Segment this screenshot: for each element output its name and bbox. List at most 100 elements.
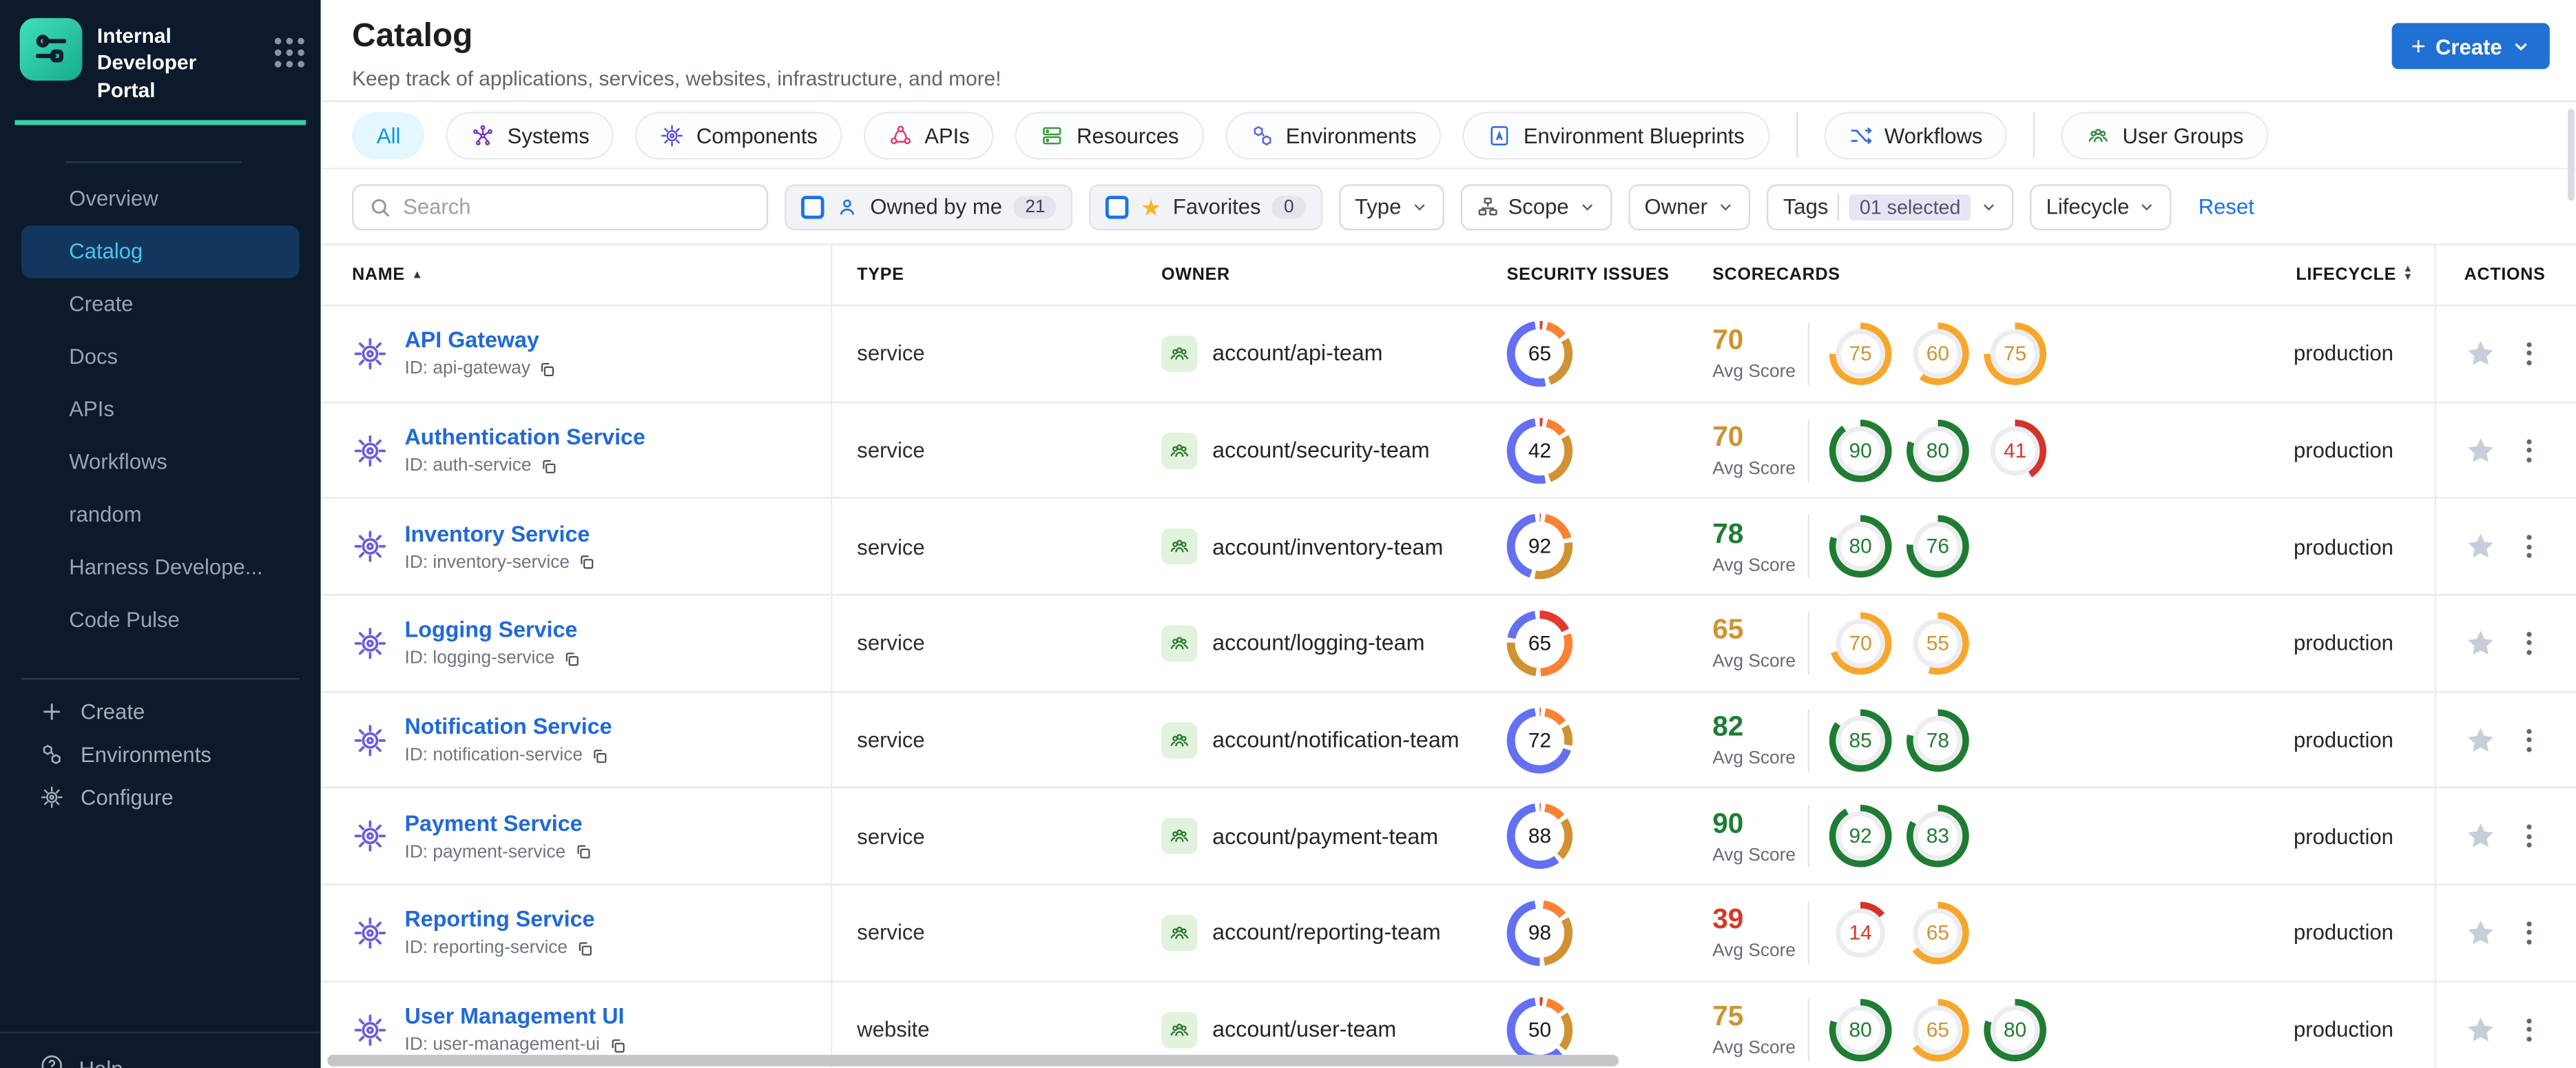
horizontal-scrollbar[interactable] <box>327 1054 1619 1067</box>
column-header-lifecycle[interactable]: LIFECYCLE ▲ ▼ <box>2270 265 2435 285</box>
scorecard-badge[interactable]: 78 <box>1907 708 1969 772</box>
scorecard-badge[interactable]: 76 <box>1907 515 1969 578</box>
favorite-star-icon[interactable] <box>2464 820 2497 853</box>
security-issues-donut[interactable]: 42 <box>1506 417 1573 484</box>
copy-icon[interactable] <box>576 940 594 958</box>
copy-icon[interactable] <box>539 457 557 475</box>
scorecard-badge[interactable]: 80 <box>1984 998 2047 1061</box>
copy-icon[interactable] <box>563 650 581 668</box>
vertical-scrollbar[interactable] <box>2568 108 2575 201</box>
sidebar-item-docs[interactable]: Docs <box>0 330 321 382</box>
scorecard-badge[interactable]: 65 <box>1907 998 1969 1061</box>
favorite-star-icon[interactable] <box>2464 627 2497 660</box>
owned-by-me-filter[interactable]: Owned by me 21 <box>785 183 1074 230</box>
tab-components[interactable]: Components <box>635 111 842 159</box>
security-issues-donut[interactable]: 92 <box>1506 513 1573 580</box>
tab-all[interactable]: All <box>352 111 426 159</box>
lifecycle-dropdown[interactable]: Lifecycle <box>2029 183 2172 230</box>
security-issues-donut[interactable]: 72 <box>1506 706 1573 773</box>
sidebar-bottom-item-configure[interactable]: Configure <box>0 777 321 819</box>
sidebar-help-item[interactable]: Help <box>0 1031 321 1068</box>
security-issues-donut[interactable]: 88 <box>1506 803 1573 870</box>
favorites-filter[interactable]: ★ Favorites 0 <box>1090 183 1322 230</box>
sidebar-item-workflows[interactable]: Workflows <box>0 435 321 488</box>
entity-name-link[interactable]: Logging Service <box>405 618 581 643</box>
entity-name-link[interactable]: Authentication Service <box>405 424 645 449</box>
favorite-star-icon[interactable] <box>2464 916 2497 949</box>
sidebar-item-overview[interactable]: Overview <box>0 172 321 225</box>
reset-filters-link[interactable]: Reset <box>2199 194 2254 219</box>
search-input[interactable] <box>403 194 752 219</box>
row-menu-kebab-icon[interactable] <box>2522 531 2536 564</box>
sidebar-item-apis[interactable]: APIs <box>0 383 321 435</box>
entity-name-link[interactable]: Reporting Service <box>405 907 595 932</box>
create-button[interactable]: + Create <box>2391 23 2550 70</box>
type-dropdown[interactable]: Type <box>1338 183 1444 230</box>
sidebar-item-harness-develope-[interactable]: Harness Develope... <box>0 541 321 593</box>
copy-icon[interactable] <box>591 746 609 764</box>
scorecard-badge[interactable]: 60 <box>1907 322 1969 385</box>
tab-resources[interactable]: Resources <box>1015 111 1204 159</box>
scorecard-badge[interactable]: 70 <box>1829 612 1892 675</box>
scorecard-badge[interactable]: 85 <box>1829 708 1892 772</box>
entity-name-link[interactable]: Payment Service <box>405 811 592 836</box>
copy-icon[interactable] <box>578 553 596 571</box>
scorecard-badge[interactable]: 55 <box>1907 612 1969 675</box>
security-issues-donut[interactable]: 50 <box>1506 996 1573 1063</box>
security-issues-donut[interactable]: 65 <box>1506 320 1573 387</box>
copy-icon[interactable] <box>574 843 592 861</box>
tags-dropdown[interactable]: Tags 01 selected <box>1766 183 2013 230</box>
scorecard-badge[interactable]: 41 <box>1984 418 2047 482</box>
scorecard-badge[interactable]: 80 <box>1907 418 1969 482</box>
sidebar-item-random[interactable]: random <box>0 489 321 541</box>
scorecard-badge[interactable]: 75 <box>1829 322 1892 385</box>
column-header-name[interactable]: NAME ▲ <box>321 245 833 305</box>
scorecard-badge[interactable]: 65 <box>1907 901 1969 965</box>
favorite-star-icon[interactable] <box>2464 531 2497 564</box>
owned-by-me-checkbox[interactable] <box>801 195 824 218</box>
scorecard-badge[interactable]: 14 <box>1829 901 1892 965</box>
sidebar-item-create[interactable]: Create <box>0 278 321 330</box>
sidebar-bottom-item-create[interactable]: Create <box>0 690 321 733</box>
tab-environment-blueprints[interactable]: Environment Blueprints <box>1462 111 1769 159</box>
entity-name-link[interactable]: Inventory Service <box>405 521 596 546</box>
tab-workflows[interactable]: Workflows <box>1823 111 2008 159</box>
sidebar-item-catalog[interactable]: Catalog <box>21 225 300 278</box>
scorecard-badge[interactable]: 75 <box>1984 322 2047 385</box>
scorecard-badge[interactable]: 83 <box>1907 805 1969 868</box>
entity-name-link[interactable]: Notification Service <box>405 715 612 739</box>
owner-dropdown[interactable]: Owner <box>1628 183 1751 230</box>
entity-id: ID: inventory-service <box>404 552 570 573</box>
favorite-star-icon[interactable] <box>2464 433 2497 466</box>
entity-name-link[interactable]: User Management UI <box>405 1004 626 1029</box>
favorites-checkbox[interactable] <box>1106 195 1130 218</box>
scorecard-badge[interactable]: 80 <box>1829 998 1892 1061</box>
entity-name-link[interactable]: API Gateway <box>405 328 557 353</box>
app-switcher-icon[interactable] <box>274 37 304 68</box>
security-issues-donut[interactable]: 98 <box>1506 900 1573 966</box>
security-issues-donut[interactable]: 65 <box>1506 610 1573 677</box>
scope-dropdown[interactable]: Scope <box>1460 183 1612 230</box>
scorecard-badge[interactable]: 80 <box>1829 515 1892 578</box>
sidebar-bottom-item-environments[interactable]: Environments <box>0 734 321 777</box>
favorite-star-icon[interactable] <box>2464 723 2497 757</box>
copy-icon[interactable] <box>608 1036 626 1054</box>
favorite-star-icon[interactable] <box>2464 337 2497 370</box>
tab-user-groups[interactable]: User Groups <box>2061 111 2269 159</box>
row-menu-kebab-icon[interactable] <box>2522 1013 2536 1046</box>
row-menu-kebab-icon[interactable] <box>2522 820 2536 853</box>
search-box[interactable] <box>352 183 769 230</box>
row-menu-kebab-icon[interactable] <box>2522 433 2536 466</box>
favorite-star-icon[interactable] <box>2464 1013 2497 1046</box>
tab-apis[interactable]: APIs <box>863 111 995 159</box>
row-menu-kebab-icon[interactable] <box>2522 916 2536 949</box>
row-menu-kebab-icon[interactable] <box>2522 337 2536 370</box>
sidebar-item-code-pulse[interactable]: Code Pulse <box>0 594 321 646</box>
tab-systems[interactable]: Systems <box>446 111 614 159</box>
row-menu-kebab-icon[interactable] <box>2522 627 2536 660</box>
tab-environments[interactable]: Environments <box>1225 111 1442 159</box>
scorecard-badge[interactable]: 90 <box>1829 418 1892 482</box>
scorecard-badge[interactable]: 92 <box>1829 805 1892 868</box>
copy-icon[interactable] <box>539 360 557 378</box>
row-menu-kebab-icon[interactable] <box>2522 723 2536 757</box>
